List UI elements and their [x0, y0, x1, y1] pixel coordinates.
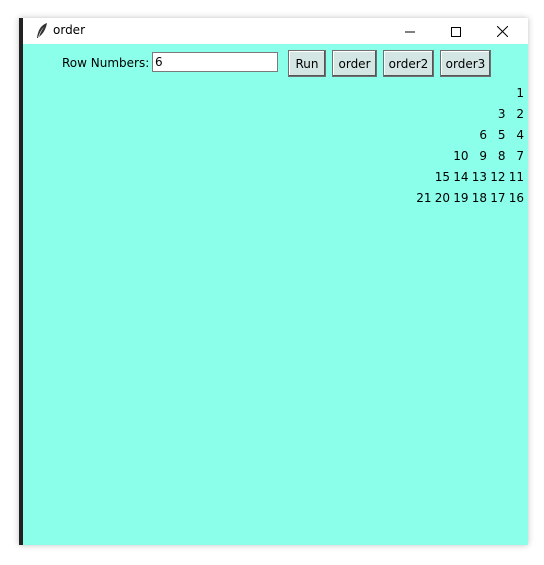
triangle-number: 21: [416, 191, 432, 205]
triangle-number: 12: [490, 170, 506, 184]
triangle-number: 20: [434, 191, 450, 205]
triangle-number: 5: [497, 128, 506, 142]
triangle-number: 16: [508, 191, 524, 205]
triangle-number: 7: [516, 149, 524, 163]
triangle-number: 17: [490, 191, 506, 205]
app-window: order Row Numbers: Run order order2 orde…: [19, 18, 528, 545]
triangle-number: 3: [497, 107, 506, 121]
triangle-number: 15: [434, 170, 450, 184]
triangle-number: 9: [479, 149, 487, 163]
triangle-number: 13: [471, 170, 487, 184]
triangle-number: 6: [479, 128, 487, 142]
triangle-number: 8: [497, 149, 506, 163]
triangle-number: 14: [453, 170, 469, 184]
triangle-number: 2: [516, 107, 524, 121]
triangle-number: 19: [453, 191, 469, 205]
triangle-number: 18: [471, 191, 487, 205]
triangle-number: 10: [453, 149, 469, 163]
triangle-number: 11: [508, 170, 524, 184]
number-triangle: 1 3 2 6 5 4 10 9 8 7 15 14 13 12 11 21 20 19 18 17 16: [23, 18, 528, 545]
triangle-number: 4: [516, 128, 524, 142]
triangle-number: 1: [516, 86, 524, 100]
